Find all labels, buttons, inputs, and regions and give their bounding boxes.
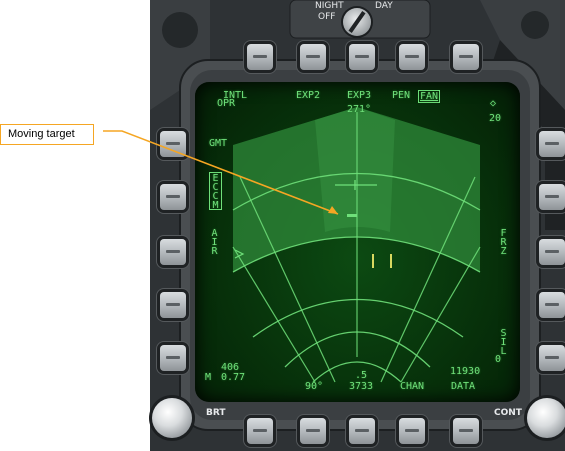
- pb-right-4[interactable]: [539, 292, 565, 318]
- range-increase-icon: ◇: [490, 98, 497, 109]
- night-day-knob[interactable]: [343, 8, 371, 36]
- option-chan: CHAN: [400, 381, 425, 392]
- option-frz: FRZ: [498, 228, 509, 255]
- pb-top-3-exp3[interactable]: [349, 44, 375, 70]
- mach-readout: 0.77: [221, 372, 246, 383]
- option-eccm: ECCM: [209, 172, 222, 210]
- elevation-readout: 3733: [349, 381, 374, 392]
- pb-left-4[interactable]: [160, 292, 186, 318]
- option-gmt: GMT: [209, 138, 228, 149]
- heading-readout: 271°: [347, 104, 372, 115]
- altitude-readout: 11930: [450, 366, 481, 377]
- brt-label: BRT: [206, 408, 226, 418]
- pb-bottom-1[interactable]: [247, 418, 273, 444]
- mode-opr: OPR: [217, 98, 236, 109]
- scan-beam: [315, 107, 395, 232]
- pb-bottom-5-data[interactable]: [453, 418, 479, 444]
- radar-scan-graphic: [232, 107, 481, 383]
- option-exp3: EXP3: [347, 90, 372, 101]
- night-label: NIGHT: [315, 1, 344, 11]
- option-pen: PEN: [392, 90, 411, 101]
- mach-prefix: M: [205, 372, 212, 383]
- moving-target-symbol: [347, 214, 357, 217]
- knob-pointer-icon: [348, 11, 366, 33]
- option-data: DATA: [451, 381, 476, 392]
- bar-count-readout: .5: [355, 370, 368, 381]
- pb-left-3-air[interactable]: [160, 239, 186, 265]
- pb-bottom-3-bars[interactable]: [349, 418, 375, 444]
- off-label: OFF: [318, 12, 336, 22]
- cont-label: CONT: [494, 408, 522, 418]
- pb-top-4-pen[interactable]: [399, 44, 425, 70]
- option-fan: FAN: [418, 90, 441, 103]
- pb-top-5-fan[interactable]: [453, 44, 479, 70]
- pb-bottom-2-az[interactable]: [300, 418, 326, 444]
- brt-knob[interactable]: [152, 398, 192, 438]
- cont-knob[interactable]: [527, 398, 565, 438]
- pb-right-3-frz[interactable]: [539, 239, 565, 265]
- callout-box: Moving target: [0, 124, 94, 145]
- pb-right-2[interactable]: [539, 184, 565, 210]
- pb-left-5-mach[interactable]: [160, 345, 186, 371]
- pb-right-5-sil[interactable]: [539, 345, 565, 371]
- day-label: DAY: [375, 1, 393, 11]
- option-exp2: EXP2: [296, 90, 321, 101]
- range-value: 20: [489, 113, 502, 124]
- callout-label: Moving target: [8, 128, 75, 140]
- option-sil: SIL: [498, 328, 509, 355]
- sil-value: 0: [495, 354, 502, 365]
- pb-bottom-4-chan[interactable]: [399, 418, 425, 444]
- option-air: AIR: [209, 228, 220, 255]
- pb-top-2-exp2[interactable]: [300, 44, 326, 70]
- radar-display: INTL EXP2 EXP3 PEN FAN 271° OPR ◇ 20 GMT…: [195, 82, 520, 402]
- pb-top-1-intl[interactable]: [247, 44, 273, 70]
- azimuth-readout: 90°: [305, 381, 324, 392]
- pb-right-1[interactable]: [539, 131, 565, 157]
- pb-left-2-eccm[interactable]: [160, 184, 186, 210]
- pb-left-1-gmt[interactable]: [160, 131, 186, 157]
